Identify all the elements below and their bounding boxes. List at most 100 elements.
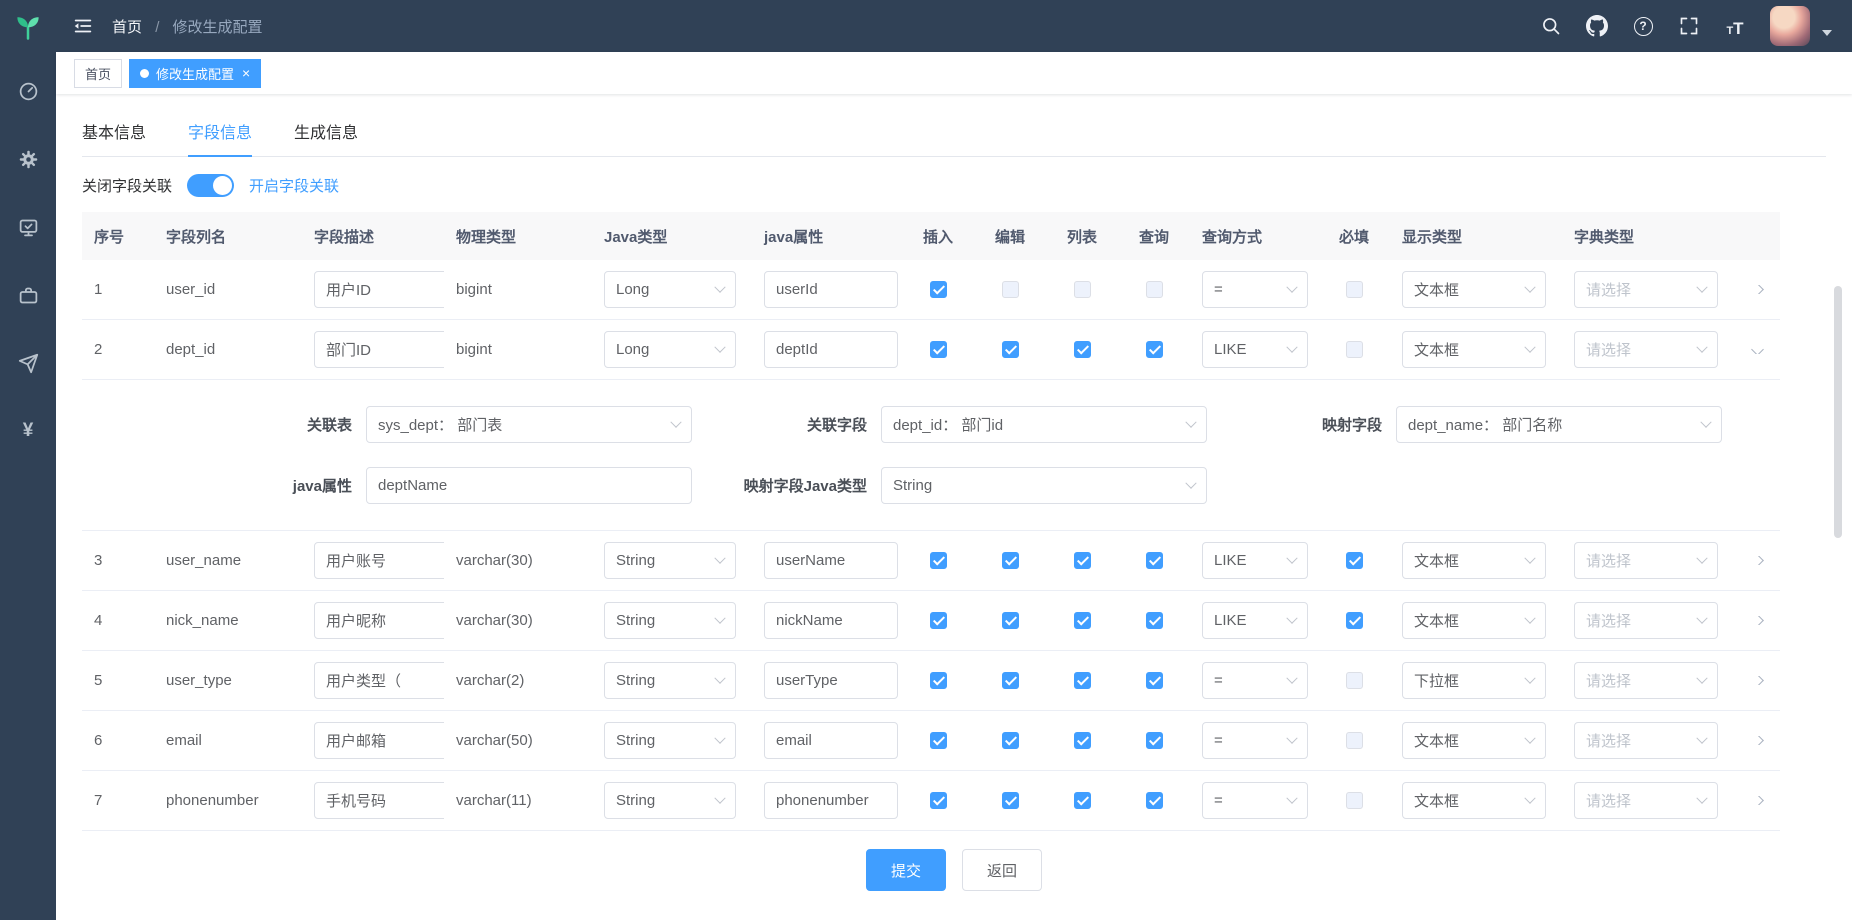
required-checkbox[interactable] [1346,792,1363,809]
relation-toggle-switch[interactable] [187,174,234,197]
java-prop-input[interactable] [764,662,898,699]
java-prop-input[interactable] [764,271,898,308]
query-checkbox[interactable] [1146,792,1163,809]
expand-row-arrow-icon[interactable] [1751,285,1764,294]
query-type-select[interactable]: = [1202,271,1308,308]
list-checkbox[interactable] [1074,281,1091,298]
github-icon[interactable] [1586,15,1608,37]
dict-select[interactable]: 请选择 [1574,782,1718,819]
tab-gen-info[interactable]: 生成信息 [294,106,358,156]
insert-checkbox[interactable] [930,792,947,809]
edit-checkbox[interactable] [1002,281,1019,298]
gear-icon[interactable] [17,148,39,170]
dict-select[interactable]: 请选择 [1574,722,1718,759]
relation-field-select[interactable]: dept_id： 部门id [881,406,1207,443]
expand-row-arrow-icon[interactable] [1751,736,1764,745]
insert-checkbox[interactable] [930,281,947,298]
required-checkbox[interactable] [1346,612,1363,629]
monitor-check-icon[interactable] [17,216,39,238]
query-type-select[interactable]: = [1202,722,1308,759]
field-desc-input[interactable] [314,602,444,639]
dict-select[interactable]: 请选择 [1574,271,1718,308]
table-scrollbar[interactable] [1834,286,1842,538]
java-prop-input[interactable] [764,722,898,759]
required-checkbox[interactable] [1346,552,1363,569]
query-type-select[interactable]: LIKE [1202,542,1308,579]
java-type-select[interactable]: String [604,542,736,579]
required-checkbox[interactable] [1346,732,1363,749]
fullscreen-icon[interactable] [1678,15,1700,37]
display-select[interactable]: 文本框 [1402,271,1546,308]
tag-current[interactable]: 修改生成配置 × [129,59,261,88]
tab-basic-info[interactable]: 基本信息 [82,106,146,156]
query-checkbox[interactable] [1146,552,1163,569]
app-logo[interactable] [0,0,56,52]
java-type-select[interactable]: String [604,782,736,819]
dict-select[interactable]: 请选择 [1574,662,1718,699]
help-icon[interactable]: ? [1632,15,1654,37]
java-type-select[interactable]: String [604,602,736,639]
java-prop-input[interactable] [764,602,898,639]
map-java-type-select[interactable]: String [881,467,1207,504]
query-checkbox[interactable] [1146,341,1163,358]
query-checkbox[interactable] [1146,672,1163,689]
tab-field-info[interactable]: 字段信息 [188,106,252,157]
list-checkbox[interactable] [1074,612,1091,629]
dict-select[interactable]: 请选择 [1574,602,1718,639]
java-type-select[interactable]: Long [604,331,736,368]
edit-checkbox[interactable] [1002,552,1019,569]
list-checkbox[interactable] [1074,732,1091,749]
list-checkbox[interactable] [1074,672,1091,689]
expand-row-arrow-icon[interactable] [1751,556,1764,565]
java-type-select[interactable]: String [604,662,736,699]
display-select[interactable]: 文本框 [1402,602,1546,639]
expand-java-prop-input[interactable] [366,467,692,504]
display-select[interactable]: 文本框 [1402,722,1546,759]
briefcase-icon[interactable] [17,284,39,306]
query-type-select[interactable]: LIKE [1202,602,1308,639]
required-checkbox[interactable] [1346,341,1363,358]
display-select[interactable]: 文本框 [1402,542,1546,579]
user-caret-down-icon[interactable] [1822,30,1832,36]
expand-row-arrow-icon[interactable] [1751,676,1764,685]
query-type-select[interactable]: LIKE [1202,331,1308,368]
java-prop-input[interactable] [764,542,898,579]
yen-icon[interactable]: ¥ [17,420,39,442]
field-desc-input[interactable] [314,542,444,579]
query-type-select[interactable]: = [1202,662,1308,699]
query-type-select[interactable]: = [1202,782,1308,819]
edit-checkbox[interactable] [1002,612,1019,629]
java-type-select[interactable]: Long [604,271,736,308]
insert-checkbox[interactable] [930,732,947,749]
dict-select[interactable]: 请选择 [1574,331,1718,368]
breadcrumb-home[interactable]: 首页 [112,19,142,36]
field-desc-input[interactable] [314,662,444,699]
java-prop-input[interactable] [764,782,898,819]
relation-table-select[interactable]: sys_dept： 部门表 [366,406,692,443]
insert-checkbox[interactable] [930,672,947,689]
insert-checkbox[interactable] [930,341,947,358]
list-checkbox[interactable] [1074,552,1091,569]
expand-row-arrow-icon[interactable] [1751,616,1764,625]
field-desc-input[interactable] [314,271,444,308]
display-select[interactable]: 文本框 [1402,782,1546,819]
insert-checkbox[interactable] [930,552,947,569]
edit-checkbox[interactable] [1002,792,1019,809]
search-icon[interactable] [1540,15,1562,37]
edit-checkbox[interactable] [1002,341,1019,358]
list-checkbox[interactable] [1074,341,1091,358]
query-checkbox[interactable] [1146,612,1163,629]
font-size-icon[interactable]: TT [1724,15,1746,37]
field-desc-input[interactable] [314,782,444,819]
query-checkbox[interactable] [1146,281,1163,298]
submit-button[interactable]: 提交 [866,849,946,891]
insert-checkbox[interactable] [930,612,947,629]
expand-row-arrow-icon[interactable] [1751,345,1764,354]
java-prop-input[interactable] [764,331,898,368]
list-checkbox[interactable] [1074,792,1091,809]
map-field-select[interactable]: dept_name： 部门名称 [1396,406,1722,443]
required-checkbox[interactable] [1346,672,1363,689]
field-desc-input[interactable] [314,331,444,368]
edit-checkbox[interactable] [1002,672,1019,689]
display-select[interactable]: 文本框 [1402,331,1546,368]
